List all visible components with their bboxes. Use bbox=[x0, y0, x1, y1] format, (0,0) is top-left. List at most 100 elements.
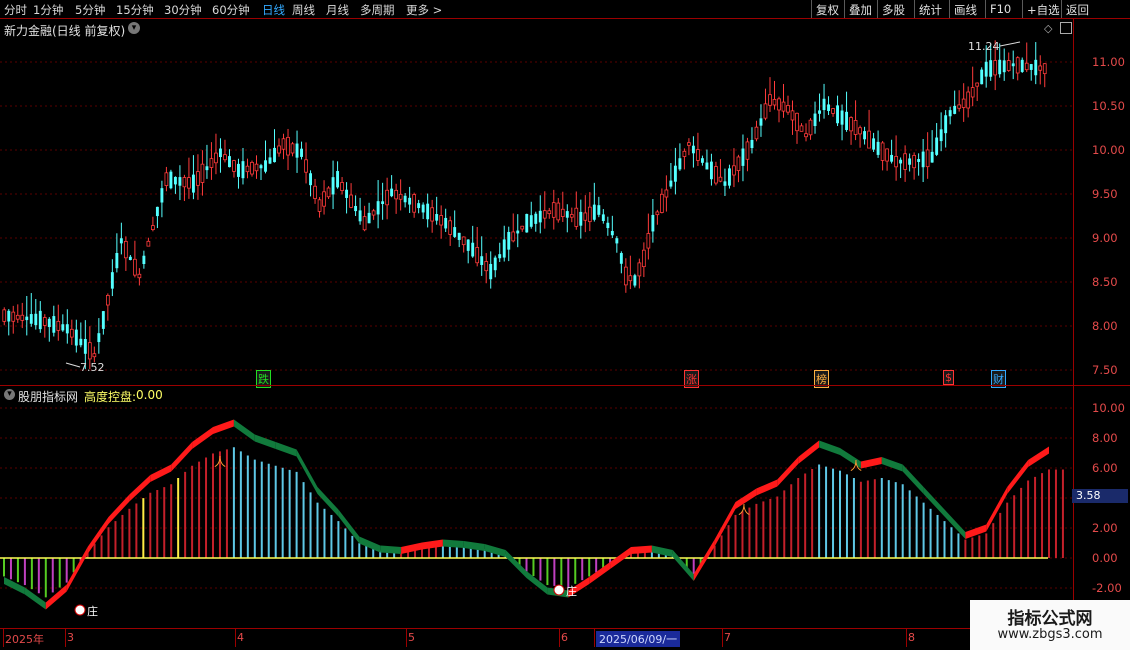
trend-segment bbox=[317, 487, 339, 517]
trend-segment bbox=[213, 419, 234, 434]
candle-body bbox=[254, 163, 259, 172]
price-axis-label: 8.50 bbox=[1092, 275, 1118, 289]
candle-body bbox=[822, 98, 826, 111]
candle-body bbox=[741, 148, 745, 166]
trend-segment bbox=[860, 457, 882, 469]
candle-body bbox=[660, 193, 664, 213]
candle-body bbox=[69, 328, 74, 338]
toolbar-button[interactable]: F10 bbox=[985, 0, 1022, 18]
candle-body bbox=[763, 103, 768, 119]
period-tab[interactable]: 日线 bbox=[262, 2, 285, 18]
date-axis-label: 2025/06/09/一 bbox=[596, 631, 681, 647]
trend-segment bbox=[986, 487, 1008, 532]
toolbar-button[interactable]: 叠加 bbox=[844, 0, 877, 18]
watermark-url: www.zbgs3.com bbox=[997, 627, 1103, 642]
period-tab[interactable]: 月线 bbox=[326, 2, 349, 18]
candle-body bbox=[507, 231, 511, 250]
candle-body bbox=[970, 87, 975, 98]
indicator-chart[interactable]: 庄庄人人人 bbox=[0, 400, 1130, 628]
period-tab[interactable]: 多周期 bbox=[360, 2, 395, 18]
candle-body bbox=[2, 309, 7, 322]
candle-body bbox=[304, 159, 308, 173]
candle-body bbox=[498, 254, 502, 259]
period-tab[interactable]: 15分钟 bbox=[116, 2, 154, 18]
period-tab[interactable]: 分时 bbox=[4, 2, 27, 18]
trend-segment bbox=[233, 419, 255, 442]
candle-body bbox=[164, 172, 169, 186]
trend-segment bbox=[4, 577, 25, 595]
date-tick bbox=[235, 629, 236, 647]
date-axis-label: 7 bbox=[724, 631, 731, 644]
candle-body bbox=[790, 110, 795, 121]
candle-body bbox=[362, 216, 367, 231]
date-tick bbox=[594, 629, 595, 647]
title-dropdown-icon[interactable]: ▾ bbox=[128, 22, 140, 34]
candle-body bbox=[542, 210, 547, 219]
high-price-marker: 11.24 bbox=[968, 40, 1000, 53]
candle-body bbox=[633, 275, 637, 286]
trend-segment bbox=[777, 457, 799, 487]
period-tab[interactable]: 30分钟 bbox=[164, 2, 202, 18]
candle-body bbox=[385, 189, 389, 206]
period-tab[interactable]: 60分钟 bbox=[212, 2, 250, 18]
trend-segment bbox=[484, 544, 506, 557]
candle-body bbox=[65, 324, 69, 334]
period-tab[interactable]: 周线 bbox=[292, 2, 315, 18]
date-axis-label: 5 bbox=[408, 631, 415, 644]
candle-body bbox=[579, 211, 583, 226]
candle-body bbox=[804, 133, 808, 138]
candle-body bbox=[551, 202, 556, 218]
period-tab[interactable]: 更多 > bbox=[406, 2, 442, 18]
candle-body bbox=[637, 262, 642, 277]
candle-body bbox=[818, 110, 821, 114]
trend-segment bbox=[296, 449, 318, 494]
candle-body bbox=[394, 189, 398, 200]
trend-segment bbox=[171, 442, 193, 472]
candlestick-chart[interactable]: 11.24 7.52 bbox=[0, 36, 1130, 386]
candle-body bbox=[403, 195, 407, 203]
price-axis-label: 10.50 bbox=[1092, 99, 1125, 113]
candle-body bbox=[56, 320, 61, 331]
candle-body bbox=[867, 130, 871, 149]
candle-body bbox=[322, 191, 326, 207]
toolbar-button[interactable]: 统计 bbox=[914, 0, 949, 18]
candle-body bbox=[191, 174, 195, 193]
candle-body bbox=[1024, 62, 1029, 71]
toolbar-button[interactable]: 画线 bbox=[949, 0, 985, 18]
candle-body bbox=[47, 318, 51, 328]
period-tab[interactable]: 1分钟 bbox=[33, 2, 63, 18]
candle-body bbox=[1011, 63, 1015, 67]
event-badge[interactable]: $ bbox=[943, 370, 954, 385]
date-tick bbox=[906, 629, 907, 647]
date-axis-label: 6 bbox=[561, 631, 568, 644]
diamond-icon[interactable]: ◇ bbox=[1044, 22, 1052, 35]
candle-body bbox=[615, 238, 619, 244]
candle-body bbox=[489, 263, 493, 280]
candle-body bbox=[565, 211, 569, 218]
date-axis-label: 3 bbox=[67, 631, 74, 644]
trend-segment bbox=[254, 434, 276, 449]
toolbar-button[interactable]: 返回 bbox=[1061, 0, 1097, 18]
window-toggle-icon[interactable] bbox=[1060, 22, 1072, 34]
candle-body bbox=[182, 177, 187, 188]
toolbar-button[interactable]: 多股 bbox=[877, 0, 914, 18]
candle-body bbox=[461, 236, 466, 246]
candle-body bbox=[908, 158, 912, 165]
toolbar-button[interactable]: +自选 bbox=[1022, 0, 1061, 18]
toolbar-button[interactable]: 复权 bbox=[811, 0, 844, 18]
indicator-dropdown-icon[interactable]: ▾ bbox=[4, 389, 15, 400]
candle-body bbox=[124, 240, 128, 259]
candle-body bbox=[980, 69, 984, 85]
candle-body bbox=[11, 311, 16, 322]
candle-body bbox=[781, 101, 786, 112]
trend-segment bbox=[944, 509, 966, 539]
candle-body bbox=[435, 214, 439, 221]
candle-body bbox=[669, 180, 673, 187]
trend-segment bbox=[526, 571, 548, 595]
candle-body bbox=[998, 59, 1002, 75]
period-tab[interactable]: 5分钟 bbox=[75, 2, 105, 18]
low-price-marker: 7.52 bbox=[80, 361, 105, 374]
candle-body bbox=[948, 110, 952, 117]
candle-body bbox=[34, 313, 38, 326]
candle-body bbox=[673, 165, 677, 182]
